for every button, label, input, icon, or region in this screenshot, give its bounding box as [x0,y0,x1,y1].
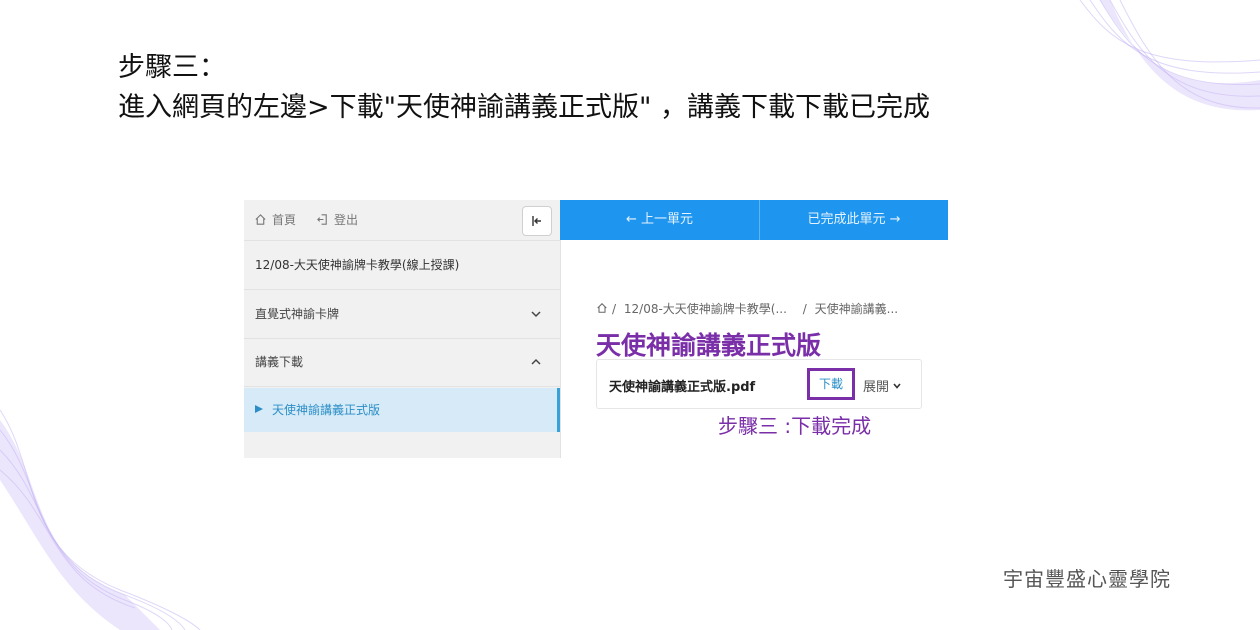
chevron-up-icon [531,358,541,365]
unit-title: 天使神諭講義正式版 [596,331,822,360]
section-intuitive-oracle-cards[interactable]: 直覺式神諭卡牌 [244,291,560,339]
sidebar-toolbar: 首頁 登出 [244,200,560,241]
home-icon [255,214,266,225]
collapse-sidebar-icon [532,216,541,226]
file-name: 天使神諭講義正式版.pdf [609,380,756,395]
home-icon[interactable] [596,302,608,314]
section-handout-download[interactable]: 講義下載 [244,339,560,387]
section-label: 講義下載 [255,355,304,369]
home-link[interactable]: 首頁 [254,211,296,228]
expand-label: 展開 [863,380,890,395]
home-label: 首頁 [272,213,297,227]
instruction-heading: 步驟三： 進入網頁的左邊>下載"天使神諭講義正式版" ，講義下載下載已完成 [118,48,930,128]
play-icon [255,405,263,413]
logout-label: 登出 [334,213,359,227]
brand-name: 宇宙豐盛心靈學院 [1003,567,1171,591]
download-button[interactable]: 下載 [807,368,855,400]
sidebar-item-angel-oracle-handout[interactable]: 天使神諭講義正式版 [244,388,560,432]
logout-link[interactable]: 登出 [316,211,358,228]
decorative-wave-bottom-left [0,409,201,630]
heading-line-2: 進入網頁的左邊>下載"天使神諭講義正式版" ，講義下載下載已完成 [118,92,931,123]
complete-unit-button[interactable]: 已完成此單元 → [760,200,948,240]
chevron-down-icon [531,311,541,318]
breadcrumb-course[interactable]: 12/08-大天使神諭牌卡教學(... [624,302,787,316]
decorative-wave-top-right [1079,0,1260,111]
unit-navigation-bar: ← 上一單元 已完成此單元 → [560,200,948,240]
previous-unit-button[interactable]: ← 上一單元 [560,200,759,240]
course-sidebar: 首頁 登出 12/08-大天使神諭牌卡教學(線上授課) 直覺式神諭卡牌 講義下載… [244,200,561,458]
expand-button[interactable]: 展開 [863,376,902,395]
chevron-down-icon [893,382,901,389]
course-title: 12/08-大天使神諭牌卡教學(線上授課) [244,241,560,290]
breadcrumb: / 12/08-大天使神諭牌卡教學(... / 天使神諭講義... [596,300,902,317]
section-label: 直覺式神諭卡牌 [255,307,340,321]
embedded-screenshot: 首頁 登出 12/08-大天使神諭牌卡教學(線上授課) 直覺式神諭卡牌 講義下載… [244,200,948,458]
collapse-sidebar-button[interactable] [522,206,552,236]
heading-line-1: 步驟三： [118,52,226,83]
step-annotation: 步驟三 :下載完成 [718,414,872,438]
logout-icon [317,214,327,225]
sidebar-item-label: 天使神諭講義正式版 [272,403,381,417]
breadcrumb-unit[interactable]: 天使神諭講義... [815,302,898,316]
file-card: 天使神諭講義正式版.pdf 下載 展開 [596,359,922,409]
